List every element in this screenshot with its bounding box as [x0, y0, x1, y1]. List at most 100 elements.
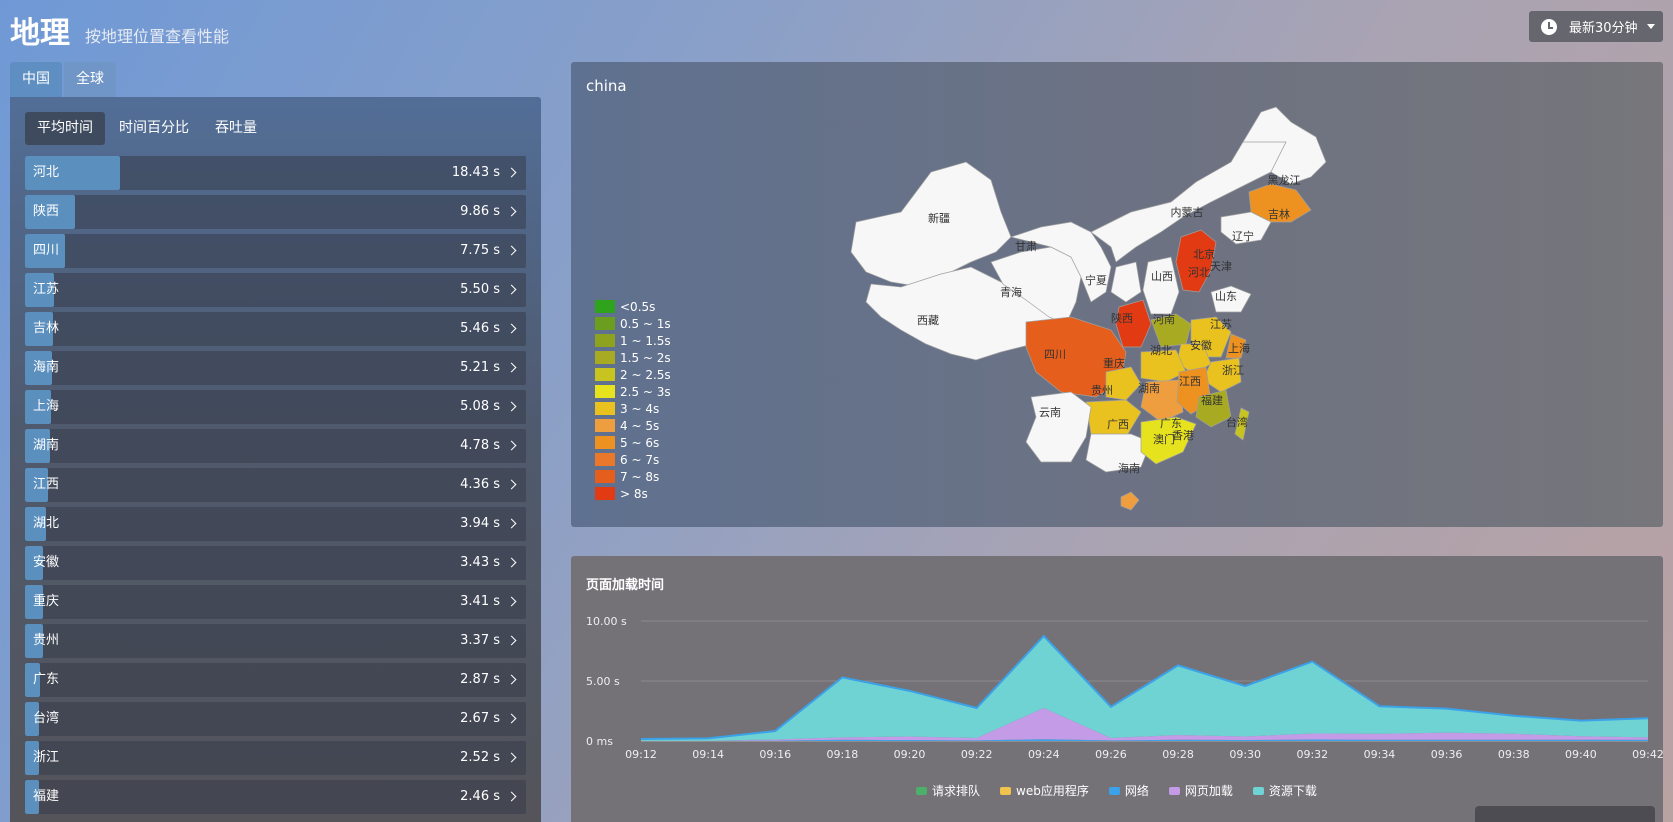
map-province-label: 辽宁 [1232, 229, 1254, 243]
province-row[interactable]: 湖南 4.78 s [25, 429, 526, 463]
chart-legend-item[interactable]: 网络 [1108, 782, 1149, 799]
map-legend-item[interactable]: 1.5 ~ 2s [595, 349, 671, 366]
chevron-right-icon [506, 518, 517, 529]
tab-china[interactable]: 中国 [10, 62, 62, 97]
tab-throughput[interactable]: 吞吐量 [203, 112, 269, 145]
map-province-label: 吉林 [1268, 207, 1290, 221]
province-value: 4.36 s [460, 477, 500, 492]
province-row[interactable]: 四川 7.75 s [25, 234, 526, 268]
province-shanxi[interactable] [1142, 256, 1180, 315]
province-name: 海南 [33, 360, 60, 375]
tab-global[interactable]: 全球 [64, 62, 116, 97]
legend-swatch [595, 470, 615, 483]
chart-legend-item[interactable]: 请求排队 [916, 782, 980, 799]
map-legend-item[interactable]: 3 ~ 4s [595, 400, 671, 417]
province-value: 4.78 s [460, 438, 500, 453]
map-legend-item[interactable]: 7 ~ 8s [595, 468, 671, 485]
x-tick-label: 09:26 [1095, 748, 1127, 761]
legend-swatch [916, 786, 927, 795]
time-range-label: 最新30分钟 [1569, 21, 1638, 36]
province-row[interactable]: 江苏 5.50 s [25, 273, 526, 307]
province-row[interactable]: 上海 5.08 s [25, 390, 526, 424]
province-value: 3.37 s [460, 633, 500, 648]
page-title: 地理 [10, 16, 70, 51]
province-row[interactable]: 浙江 2.52 s [25, 741, 526, 775]
province-row[interactable]: 重庆 3.41 s [25, 585, 526, 619]
chevron-right-icon [506, 674, 517, 685]
province-row[interactable]: 广东 2.87 s [25, 663, 526, 697]
province-value: 2.46 s [460, 789, 500, 804]
map-province-label: 广西 [1107, 418, 1129, 431]
province-hainan[interactable] [1120, 491, 1140, 511]
map-province-label: 西藏 [917, 314, 939, 327]
province-name: 重庆 [33, 594, 60, 609]
map-legend-item[interactable]: 2 ~ 2.5s [595, 366, 671, 383]
series-area[interactable] [641, 636, 1648, 741]
province-value: 18.43 s [451, 165, 500, 180]
map-legend-item[interactable]: <0.5s [595, 298, 671, 315]
map-legend-item[interactable]: 0.5 ~ 1s [595, 315, 671, 332]
tab-average-time[interactable]: 平均时间 [25, 112, 105, 145]
province-value: 5.08 s [460, 399, 500, 414]
province-row[interactable]: 吉林 5.46 s [25, 312, 526, 346]
province-row[interactable]: 陕西 9.86 s [25, 195, 526, 229]
map-legend-item[interactable]: > 8s [595, 485, 671, 502]
legend-label: web应用程序 [1016, 784, 1089, 798]
chevron-right-icon [506, 362, 517, 373]
legend-swatch [595, 334, 615, 347]
map-province-label: 北京 [1193, 247, 1215, 261]
map-panel: china 黑龙江 吉林 辽宁 内蒙古 北京 天津 河北 山西 山东 新疆 甘肃 宁夏 青海 西藏 陕西 河南… [571, 62, 1663, 527]
map-legend-item[interactable]: 5 ~ 6s [595, 434, 671, 451]
chart-legend-item[interactable]: web应用程序 [1000, 782, 1089, 799]
legend-label: 1 ~ 1.5s [620, 333, 671, 348]
legend-swatch [595, 453, 615, 466]
province-row[interactable]: 江西 4.36 s [25, 468, 526, 502]
legend-swatch [595, 436, 615, 449]
map-legend-item[interactable]: 4 ~ 5s [595, 417, 671, 434]
x-tick-label: 09:24 [1028, 748, 1060, 761]
chevron-right-icon [506, 401, 517, 412]
province-row[interactable]: 湖北 3.94 s [25, 507, 526, 541]
map-legend-item[interactable]: 1 ~ 1.5s [595, 332, 671, 349]
x-tick-label: 09:34 [1364, 748, 1396, 761]
page-load-area-chart[interactable]: 0 ms 5.00 s 10.00 s 09:12 09:14 09:16 09:18 09:… [571, 556, 1663, 776]
legend-swatch [595, 402, 615, 415]
province-yunnan[interactable] [1025, 391, 1092, 463]
chart-legend-item[interactable]: 网页加载 [1168, 782, 1233, 799]
province-ningxia[interactable] [1110, 261, 1142, 303]
chevron-right-icon [506, 479, 517, 490]
header: 地理 按地理位置查看性能 最新30分钟 [0, 0, 1673, 60]
province-value: 7.75 s [460, 243, 500, 258]
province-name: 陕西 [33, 204, 60, 219]
map-province-label: 新疆 [928, 211, 950, 225]
x-tick-label: 09:40 [1565, 748, 1597, 761]
chart-legend-item[interactable]: 资源下载 [1252, 782, 1317, 799]
time-range-dropdown[interactable]: 最新30分钟 [1529, 11, 1663, 42]
map-legend-item[interactable]: 6 ~ 7s [595, 451, 671, 468]
province-value: 2.52 s [460, 750, 500, 765]
province-name: 四川 [33, 243, 60, 258]
province-row[interactable]: 安徽 3.43 s [25, 546, 526, 580]
province-row[interactable]: 福建 2.46 s [25, 780, 526, 814]
legend-swatch [595, 487, 615, 500]
province-row[interactable]: 贵州 3.37 s [25, 624, 526, 658]
province-name: 湖北 [33, 516, 60, 531]
province-row[interactable]: 海南 5.21 s [25, 351, 526, 385]
legend-swatch [1108, 786, 1120, 795]
province-name: 安徽 [33, 555, 60, 570]
legend-label: <0.5s [620, 299, 656, 314]
province-row[interactable]: 河北 18.43 s [25, 156, 526, 190]
legend-swatch [595, 385, 615, 398]
province-row[interactable]: 台湾 2.67 s [25, 702, 526, 736]
help-button[interactable] [1475, 806, 1655, 822]
province-value: 3.43 s [460, 555, 500, 570]
x-tick-label: 09:16 [759, 748, 791, 761]
province-name: 广东 [33, 672, 60, 687]
map-province-label: 河南 [1153, 313, 1175, 326]
legend-label: 2.5 ~ 3s [620, 384, 671, 399]
map-legend-item[interactable]: 2.5 ~ 3s [595, 383, 671, 400]
tab-time-percentage[interactable]: 时间百分比 [107, 112, 201, 145]
china-map[interactable]: 黑龙江吉林辽宁 内蒙古北京天津河北 山西山东 新疆甘肃宁夏青海西藏 陕西 河南 江苏上海 安徽… [571, 62, 1663, 527]
map-province-label: 贵州 [1091, 384, 1113, 397]
legend-label: 7 ~ 8s [620, 469, 660, 484]
